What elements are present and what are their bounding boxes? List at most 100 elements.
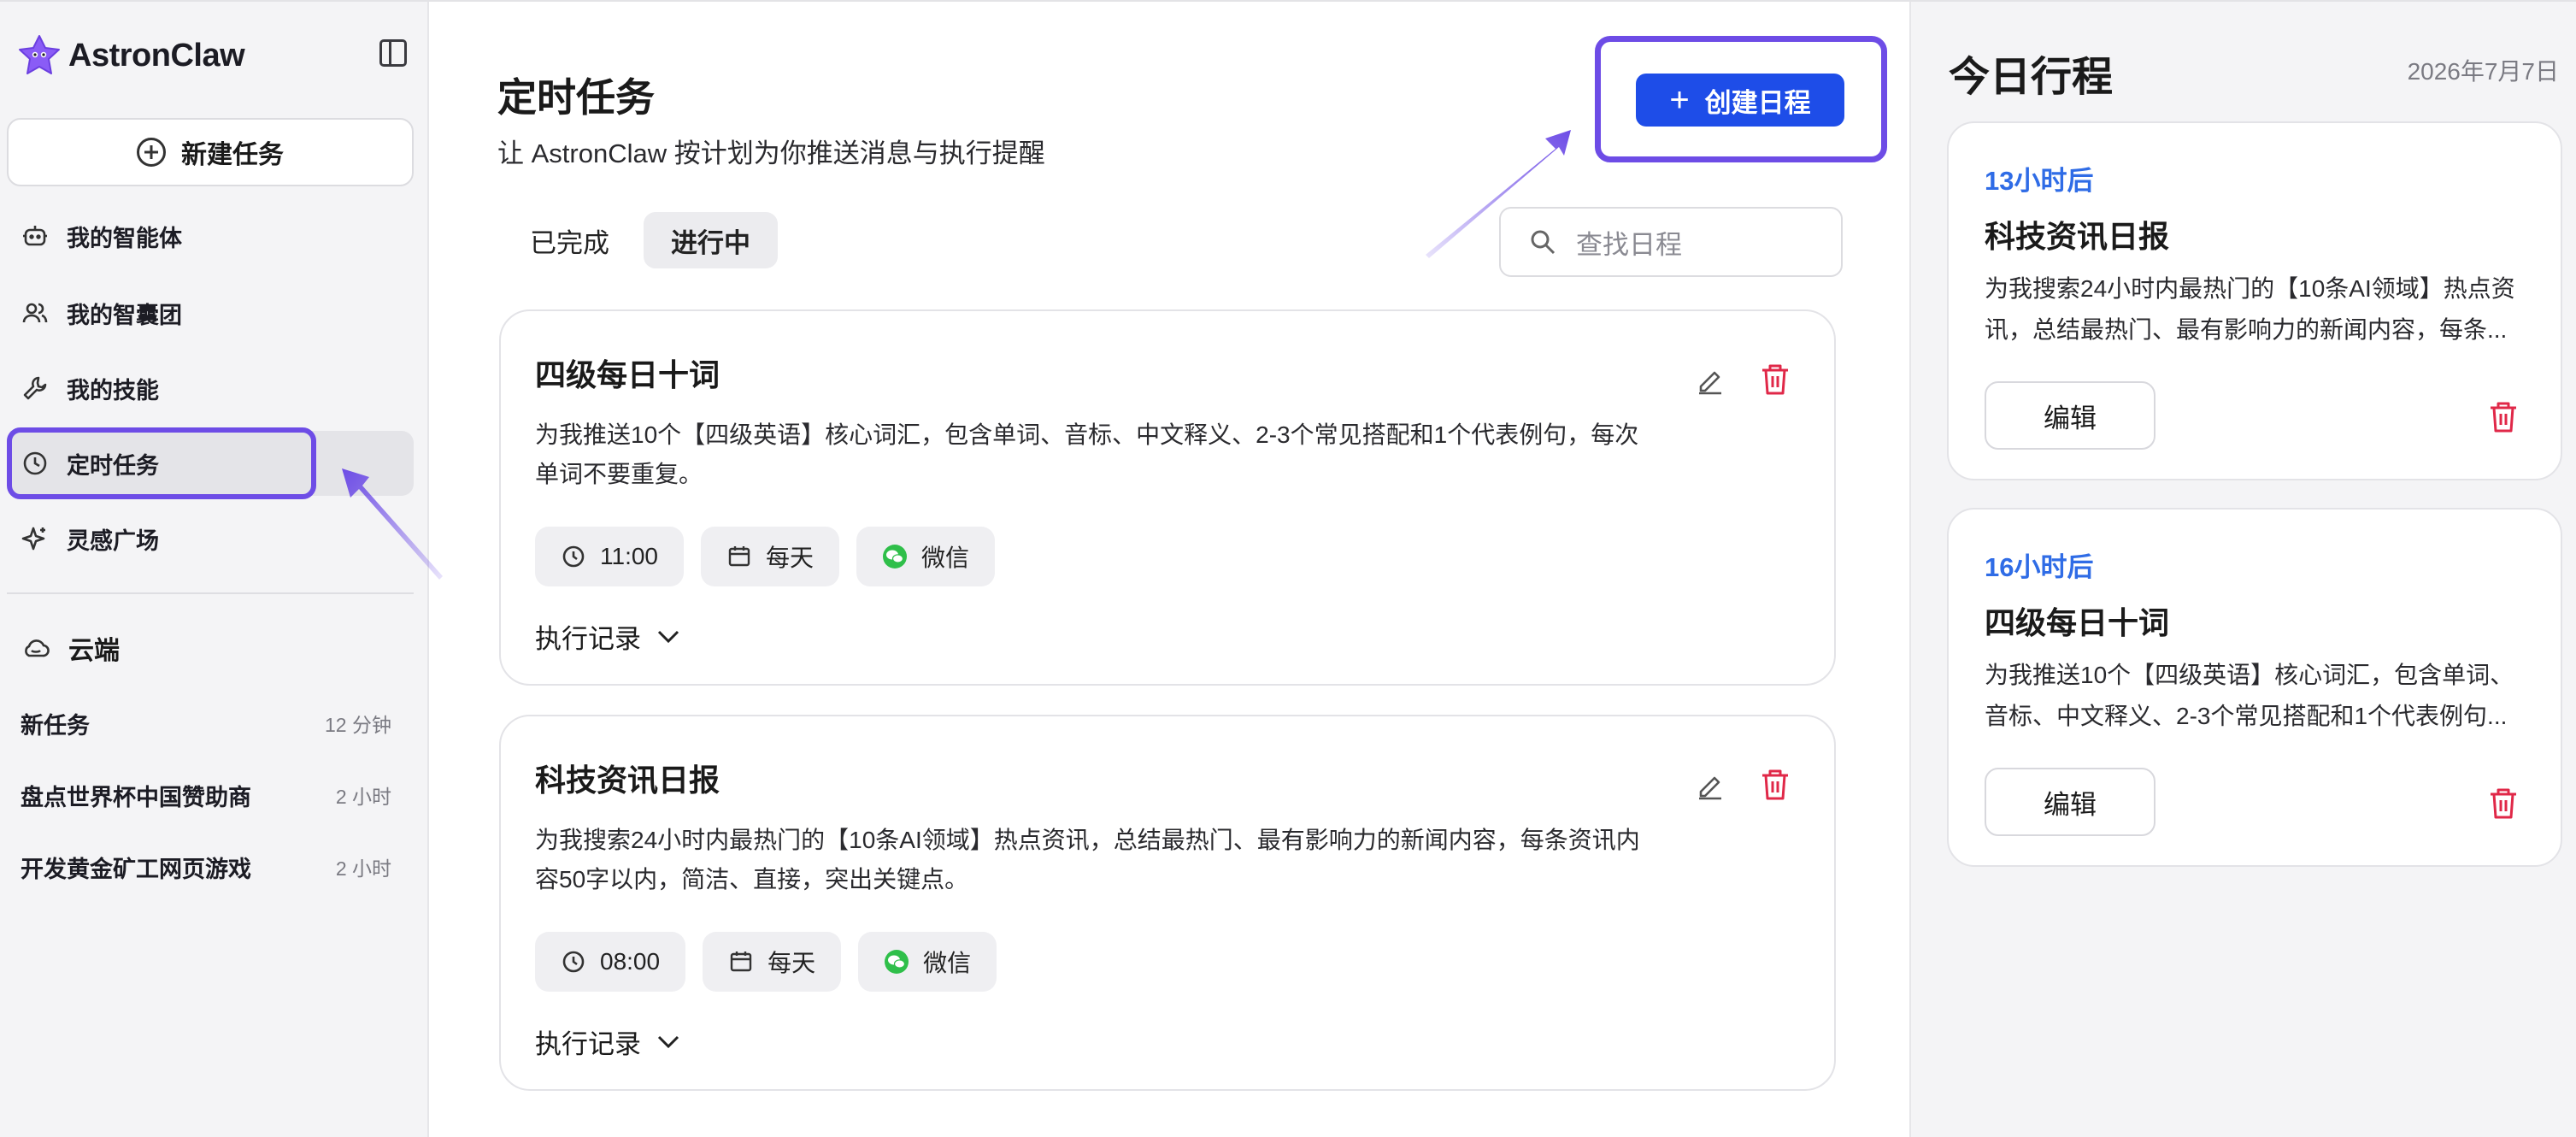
task-repeat: 每天 bbox=[766, 545, 815, 571]
schedule-description-line: 为我推送10个【四级英语】核心词汇，包含单词、 bbox=[1985, 662, 2514, 688]
task-meta-chips: 08:00 每天 微信 bbox=[535, 932, 997, 992]
schedule-description-line: 音标、中文释义、2-3个常见搭配和1个代表例句... bbox=[1985, 703, 2508, 729]
task-card: 四级每日十词 为我推送10个【四级英语】核心词汇，包含单词、音标、中文释义、2-… bbox=[499, 309, 1836, 686]
delete-icon[interactable] bbox=[1759, 768, 1791, 802]
schedule-description-line: 为我搜索24小时内最热门的【10条AI领域】热点资 bbox=[1985, 275, 2515, 302]
cloud-label: 云端 bbox=[68, 637, 120, 665]
schedule-card: 16小时后 四级每日十词 为我推送10个【四级英语】核心词汇，包含单词、 音标、… bbox=[1947, 508, 2562, 867]
recent-task-time: 2 小时 bbox=[335, 786, 391, 808]
task-repeat: 每天 bbox=[768, 950, 816, 976]
cloud-icon bbox=[25, 639, 50, 657]
sidebar-item-label: 灵感广场 bbox=[67, 527, 159, 554]
chevron-down-icon bbox=[657, 1035, 679, 1048]
wechat-icon bbox=[885, 950, 909, 974]
create-schedule-button[interactable]: + 创建日程 bbox=[1636, 74, 1844, 127]
sidebar-item-label: 我的智囊团 bbox=[67, 302, 182, 328]
relative-time: 13小时后 bbox=[1985, 166, 2094, 196]
schedule-title: 四级每日十词 bbox=[1985, 605, 2170, 640]
page-subtitle: 让 AstronClaw 按计划为你推送消息与执行提醒 bbox=[497, 138, 1045, 168]
search-placeholder: 查找日程 bbox=[1576, 229, 1682, 260]
recent-task-title: 开发黄金矿工网页游戏 bbox=[21, 856, 251, 882]
sidebar-item-agents[interactable]: 我的智能体 bbox=[9, 203, 414, 268]
task-title: 四级每日十词 bbox=[535, 357, 720, 392]
task-card: 科技资讯日报 为我搜索24小时内最热门的【10条AI领域】热点资讯，总结最热门、… bbox=[499, 715, 1836, 1091]
recent-task-title: 盘点世界杯中国赞助商 bbox=[21, 784, 251, 810]
cloud-section-header[interactable]: 云端 bbox=[21, 626, 120, 670]
clock-icon bbox=[562, 545, 585, 568]
search-icon bbox=[1531, 230, 1556, 255]
recent-task-time: 2 小时 bbox=[335, 857, 391, 880]
task-title: 科技资讯日报 bbox=[535, 763, 720, 798]
edit-icon[interactable] bbox=[1694, 769, 1726, 802]
time-chip: 11:00 bbox=[535, 527, 684, 586]
sidebar-item-skills[interactable]: 我的技能 bbox=[9, 356, 414, 421]
new-task-button[interactable]: 新建任务 bbox=[7, 118, 414, 186]
execution-log-label: 执行记录 bbox=[535, 1029, 641, 1059]
schedule-description: 为我推送10个【四级英语】核心词汇，包含单词、 音标、中文释义、2-3个常见搭配… bbox=[1985, 655, 2540, 737]
delete-icon[interactable] bbox=[1759, 362, 1791, 397]
edit-icon[interactable] bbox=[1694, 364, 1726, 397]
sidebar-collapse-icon[interactable] bbox=[379, 39, 407, 67]
today-date: 2026年7月7日 bbox=[2407, 58, 2559, 85]
status-tabs: 已完成 进行中 bbox=[503, 212, 778, 268]
sidebar-item-label: 我的技能 bbox=[67, 377, 159, 404]
create-schedule-label: 创建日程 bbox=[1704, 87, 1811, 118]
today-panel: 今日行程 2026年7月7日 13小时后 科技资讯日报 为我搜索24小时内最热门… bbox=[1909, 2, 2576, 1137]
task-description: 为我搜索24小时内最热门的【10条AI领域】热点资讯，总结最热门、最有影响力的新… bbox=[535, 827, 1640, 893]
app-logo[interactable]: AstronClaw bbox=[17, 31, 245, 80]
team-icon bbox=[21, 298, 50, 327]
task-description: 为我推送10个【四级英语】核心词汇，包含单词、音标、中文释义、2-3个常见搭配和… bbox=[535, 421, 1639, 487]
edit-button[interactable]: 编辑 bbox=[1985, 768, 2155, 836]
schedule-title: 科技资讯日报 bbox=[1985, 219, 2170, 254]
task-meta-chips: 11:00 每天 微信 bbox=[535, 527, 996, 586]
channel-chip: 微信 bbox=[858, 932, 997, 992]
relative-time: 16小时后 bbox=[1985, 552, 2094, 582]
plus-icon: + bbox=[1669, 81, 1690, 119]
tab-completed[interactable]: 已完成 bbox=[503, 212, 637, 268]
sidebar-divider bbox=[7, 592, 414, 594]
sidebar-item-inspiration[interactable]: 灵感广场 bbox=[9, 506, 414, 571]
app-window: AstronClaw 新建任务 我的智能体 我的智囊团 我的技能 定时任务 灵感… bbox=[0, 0, 2576, 1137]
delete-icon[interactable] bbox=[2487, 786, 2520, 821]
tab-in-progress[interactable]: 进行中 bbox=[644, 212, 778, 268]
recent-task-item[interactable]: 新任务 12 分钟 bbox=[21, 704, 391, 742]
channel-chip: 微信 bbox=[856, 527, 996, 586]
task-time: 11:00 bbox=[600, 543, 658, 569]
wrench-icon bbox=[21, 374, 50, 403]
repeat-chip: 每天 bbox=[703, 932, 842, 992]
sidebar: AstronClaw 新建任务 我的智能体 我的智囊团 我的技能 定时任务 灵感… bbox=[0, 2, 429, 1137]
wechat-icon bbox=[883, 545, 908, 568]
recent-task-title: 新任务 bbox=[21, 712, 90, 739]
sidebar-item-label: 定时任务 bbox=[67, 452, 159, 479]
recent-task-item[interactable]: 开发黄金矿工网页游戏 2 小时 bbox=[21, 848, 391, 886]
today-title: 今日行程 bbox=[1949, 55, 2114, 100]
clock-icon bbox=[21, 449, 50, 478]
search-input[interactable]: 查找日程 bbox=[1499, 207, 1843, 277]
sidebar-item-team[interactable]: 我的智囊团 bbox=[9, 280, 414, 345]
time-chip: 08:00 bbox=[535, 932, 686, 992]
schedule-card: 13小时后 科技资讯日报 为我搜索24小时内最热门的【10条AI领域】热点资 讯… bbox=[1947, 121, 2562, 480]
delete-icon[interactable] bbox=[2487, 400, 2520, 434]
repeat-chip: 每天 bbox=[701, 527, 840, 586]
execution-log-toggle[interactable]: 执行记录 bbox=[535, 617, 680, 656]
page-title: 定时任务 bbox=[497, 75, 655, 120]
execution-log-toggle[interactable]: 执行记录 bbox=[535, 1022, 680, 1061]
calendar-icon bbox=[730, 951, 752, 972]
chevron-down-icon bbox=[657, 630, 679, 643]
new-task-label: 新建任务 bbox=[181, 141, 284, 169]
recent-task-item[interactable]: 盘点世界杯中国赞助商 2 小时 bbox=[21, 776, 391, 814]
plus-circle-icon bbox=[137, 138, 166, 167]
clock-icon bbox=[562, 951, 585, 973]
execution-log-label: 执行记录 bbox=[535, 624, 641, 654]
task-time: 08:00 bbox=[600, 948, 661, 975]
sparkle-icon bbox=[21, 524, 50, 553]
recent-task-time: 12 分钟 bbox=[325, 714, 391, 736]
edit-button[interactable]: 编辑 bbox=[1985, 381, 2155, 450]
sidebar-item-scheduled-tasks[interactable]: 定时任务 bbox=[9, 431, 414, 496]
sidebar-item-label: 我的智能体 bbox=[67, 225, 182, 251]
robot-icon bbox=[21, 221, 50, 250]
calendar-icon bbox=[728, 546, 750, 567]
schedule-description-line: 讯，总结最热门、最有影响力的新闻内容，每条... bbox=[1985, 316, 2508, 343]
task-channel: 微信 bbox=[923, 950, 972, 976]
schedule-description: 为我搜索24小时内最热门的【10条AI领域】热点资 讯，总结最热门、最有影响力的… bbox=[1985, 268, 2540, 351]
